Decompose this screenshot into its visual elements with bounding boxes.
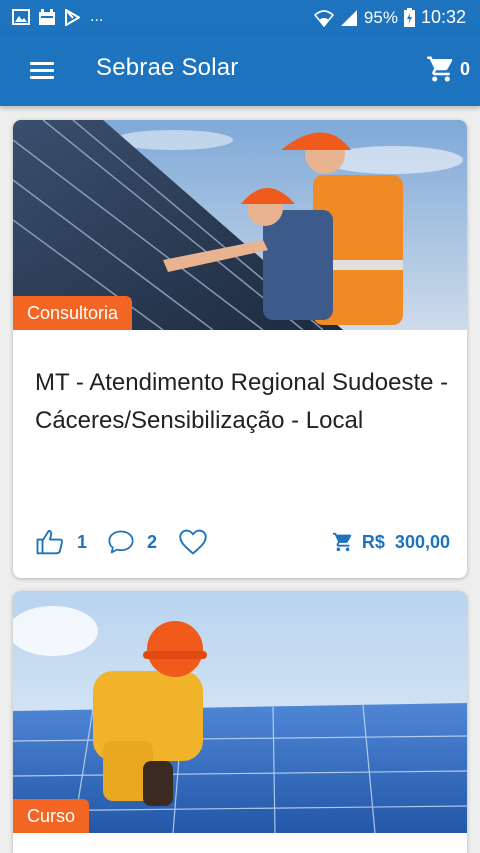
product-card[interactable]: Consultoria MT - Atendimento Regional Su… (13, 120, 467, 578)
system-status: 95% 10:32 (313, 7, 466, 28)
app-title: Sebrae Solar (96, 54, 239, 81)
shopping-cart-icon (427, 56, 453, 82)
price-button[interactable]: R$ 300,00 (332, 531, 450, 553)
wifi-icon (313, 9, 334, 27)
app-bar: Sebrae Solar 0 (0, 34, 480, 106)
play-store-notification-icon (65, 8, 80, 26)
price-value: R$ 300,00 (361, 531, 450, 552)
menu-button[interactable] (24, 56, 60, 84)
more-notifications-indicator: ... (90, 8, 104, 25)
card-actions: 1 2 R$ 300,00 (35, 524, 450, 560)
hamburger-icon-line (30, 62, 54, 65)
battery-charging-icon (403, 8, 415, 27)
battery-percent: 95% (363, 7, 398, 27)
product-card[interactable]: Curso (13, 591, 467, 853)
like-count: 1 (77, 531, 88, 552)
notification-icons: ... (12, 8, 103, 26)
solar-technician-illustration (13, 591, 467, 833)
like-button[interactable]: 1 (35, 527, 107, 557)
shopping-cart-icon (332, 532, 352, 552)
signal-icon (340, 9, 357, 26)
status-bar: ... 95% 10:32 (0, 0, 480, 34)
image-notification-icon (12, 9, 30, 25)
card-title[interactable]: MT - Atendimento Regional Sudoeste - Các… (35, 364, 450, 440)
category-badge: Curso (13, 799, 90, 833)
card-image-solar-technician[interactable]: Curso (13, 591, 467, 833)
card-image-solar-workers[interactable]: Consultoria (13, 120, 467, 330)
calendar-notification-icon (39, 8, 55, 25)
category-badge: Consultoria (13, 296, 133, 330)
hamburger-icon-line (30, 69, 54, 72)
clock: 10:32 (420, 7, 466, 27)
thumbs-up-icon (36, 529, 63, 555)
comment-icon (108, 530, 134, 554)
cart-button[interactable]: 0 (426, 54, 470, 84)
heart-icon (179, 529, 207, 555)
comment-count: 2 (147, 531, 158, 552)
hamburger-icon-line (30, 76, 54, 79)
favorite-button[interactable] (177, 528, 209, 556)
cart-count: 0 (459, 58, 470, 79)
comment-button[interactable]: 2 (107, 529, 177, 555)
